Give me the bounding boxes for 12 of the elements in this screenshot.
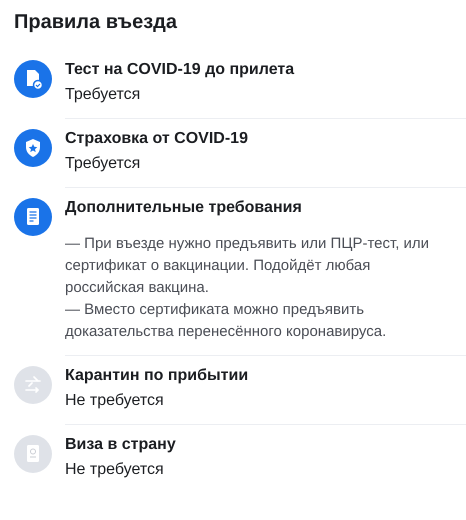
rule-title: Виза в страну [65,435,177,455]
rule-title: Карантин по прибытии [65,366,250,386]
rule-status: Не требуется [65,460,165,480]
rule-title: Страховка от COVID-19 [65,129,249,149]
page-title: Правила въезда [13,10,178,35]
rule-title: Тест на COVID-19 до прилета [65,60,296,80]
requirement-note: — Вместо сертификата можно предъявить доказательства перенесённого коронавируса. [65,300,388,342]
requirement-note: — При въезде нужно предъявить или ПЦР-тест, или сертификат о вакцинации. Подойдёт любая российская вакцина. [65,234,430,298]
rule-status: Требуется [65,154,142,174]
rule-status: Не требуется [65,391,165,411]
rule-title: Дополнительные требования [65,198,303,218]
rule-status: Требуется [65,85,142,105]
